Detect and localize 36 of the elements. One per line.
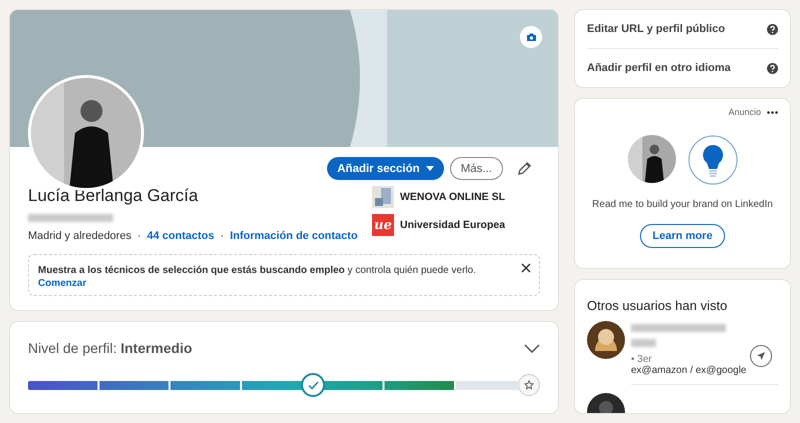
- more-button[interactable]: Más...: [450, 157, 503, 180]
- send-icon: [756, 351, 766, 361]
- separator: ·: [137, 230, 142, 242]
- viewer-headline: ex@amazon / ex@google: [631, 365, 746, 376]
- contact-info-link[interactable]: Información de contacto: [230, 230, 358, 242]
- ad-label: Anuncio: [728, 107, 761, 117]
- profile-name: Lucía Berlanga García: [28, 186, 200, 206]
- connection-degree: • 3er: [631, 354, 653, 365]
- profile-level-label: Nivel de perfil: Intermedio: [28, 340, 192, 356]
- help-icon: [767, 24, 778, 34]
- close-button[interactable]: [521, 263, 531, 273]
- caret-icon: [426, 166, 434, 171]
- university-logo: ue: [372, 214, 394, 236]
- contacts-link[interactable]: 44 contactos: [147, 230, 214, 242]
- viewers-title: Otros usuarios han visto: [587, 298, 728, 313]
- learn-more-button[interactable]: Learn more: [640, 224, 726, 248]
- organization-name[interactable]: WENOVA ONLINE SL: [400, 191, 505, 203]
- start-link[interactable]: Comenzar: [38, 278, 86, 289]
- profile-link[interactable]: Editar URL y perfil público: [587, 10, 778, 49]
- ad-text: Read me to build your brand on LinkedIn: [592, 199, 773, 210]
- company-logo: [372, 186, 394, 208]
- milestone-check-icon: [301, 373, 326, 397]
- send-button[interactable]: [750, 345, 772, 367]
- add-section-button[interactable]: Añadir sección: [327, 157, 444, 180]
- notice-text: Muestra a los técnicos de selección que estás buscando empleo y controla quién puede verlo.: [38, 264, 477, 278]
- organization-name[interactable]: Universidad Europea: [400, 219, 506, 231]
- more-icon[interactable]: [767, 110, 778, 114]
- profile-link[interactable]: Añadir perfil en otro idioma: [587, 49, 778, 87]
- close-icon: [521, 263, 531, 273]
- separator: ·: [220, 230, 224, 242]
- blurred-headline: [631, 339, 656, 347]
- location: Madrid y alrededores: [28, 230, 132, 242]
- help-icon: [767, 62, 778, 74]
- chevron-down-icon[interactable]: [524, 344, 540, 352]
- lightbulb-icon: [688, 135, 738, 185]
- pencil-icon: [517, 161, 532, 176]
